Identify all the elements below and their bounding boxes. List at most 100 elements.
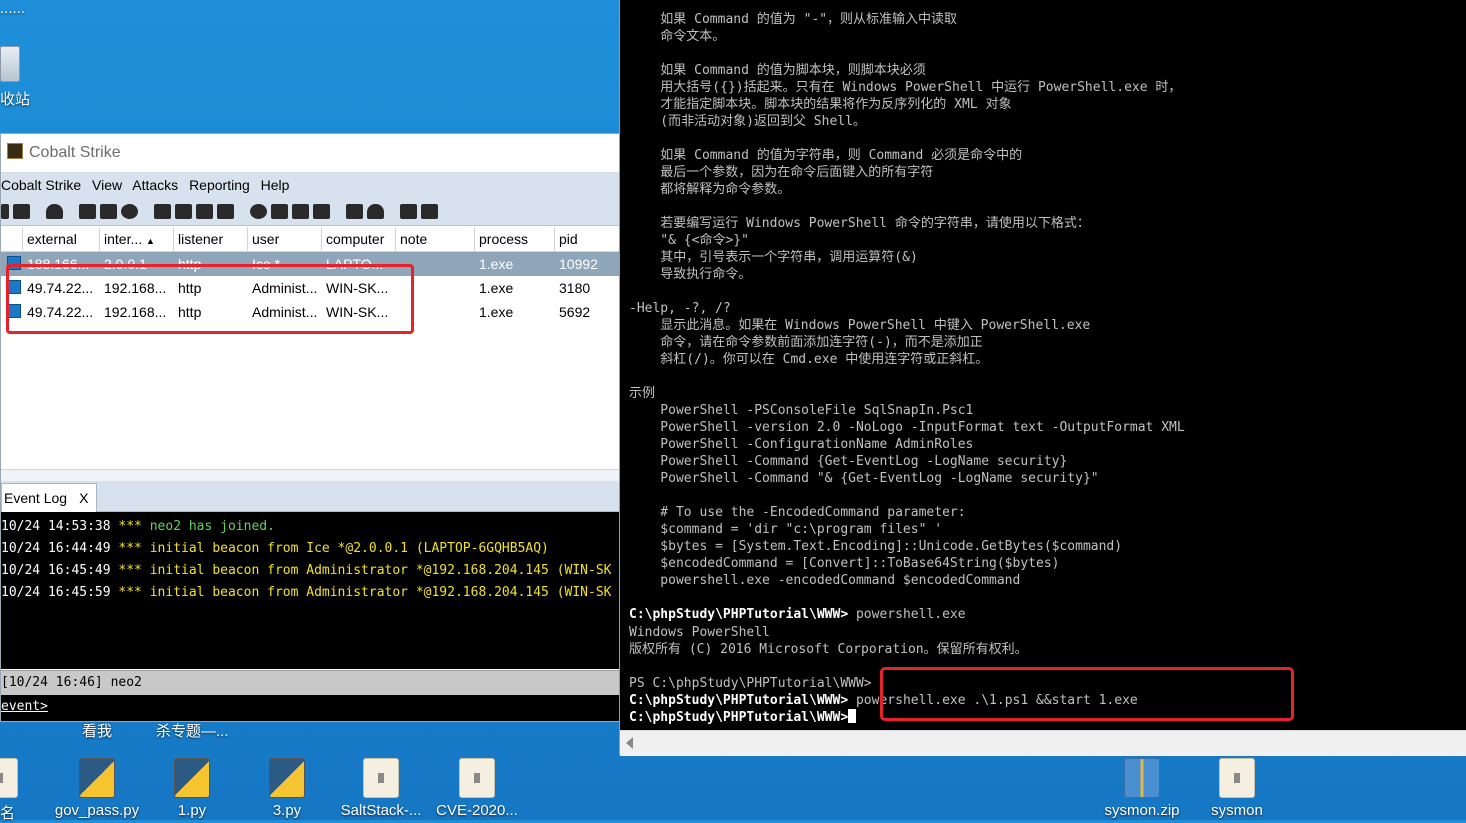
desktop-icon[interactable]: sysmon — [1192, 758, 1282, 819]
desktop-icon[interactable]: 1.py — [147, 758, 237, 819]
highlight-box-command — [880, 667, 1294, 721]
log-line: 10/24 16:45:59 *** initial beacon from A… — [1, 582, 619, 604]
toolbar — [1, 197, 619, 226]
file-file-icon — [459, 758, 495, 798]
desktop-icon-label: CVE-2020... — [436, 802, 518, 819]
session-list-icon[interactable] — [100, 203, 117, 219]
menu-attacks[interactable]: Attacks — [132, 177, 178, 193]
tab-close-icon[interactable]: X — [79, 490, 88, 506]
book-icon[interactable] — [400, 203, 417, 219]
console-prompt: C:\phpStudy\PHPTutorial\WWW> — [629, 693, 849, 708]
recycle-bin-icon[interactable] — [0, 46, 20, 82]
headphones-icon[interactable] — [46, 203, 63, 219]
event-prompt-input[interactable]: event> — [1, 695, 619, 721]
desktop-icon-label: sysmon — [1211, 802, 1263, 819]
menu-cobalt-strike[interactable]: Cobalt Strike — [1, 177, 81, 193]
console-line: 如果 Command 的值为 "-"，则从标准输入中读取 — [629, 12, 958, 27]
console-line: -Help, -?, /? — [629, 301, 731, 316]
log-stars: *** — [118, 563, 150, 578]
console-line: $encodedCommand = [Convert]::ToBase64Str… — [629, 556, 1060, 571]
desktop-icon-label: sysmon.zip — [1104, 802, 1180, 819]
col-computer[interactable]: computer — [322, 227, 396, 251]
menu-view[interactable]: View — [92, 177, 122, 193]
cell-pid: 10992 — [559, 256, 598, 272]
console-line: 才能指定脚本块。脚本块的结果将作为反序列化的 XML 对象 — [629, 97, 1012, 112]
disconnect-icon[interactable] — [13, 203, 30, 219]
log-line: 10/24 14:53:38 *** neo2 has joined. — [1, 516, 619, 538]
desktop-icon[interactable]: gov_pass.py — [52, 758, 142, 819]
col-user[interactable]: user — [248, 227, 322, 251]
tab-bar: Event Log X — [1, 481, 619, 512]
col-listener[interactable]: listener — [174, 227, 248, 251]
console-line: 导致执行命令。 — [629, 267, 752, 282]
document-icon[interactable] — [292, 203, 309, 219]
download-icon[interactable] — [175, 203, 192, 219]
log-time: 10/24 16:44:49 — [1, 541, 119, 556]
log-message: initial beacon from Administrator *@192.… — [149, 563, 612, 578]
menu-help[interactable]: Help — [261, 177, 290, 193]
window-title-bar[interactable]: Cobalt Strike — [1, 134, 619, 173]
settings-gear-icon[interactable] — [250, 203, 267, 219]
status-bar: [10/24 16:46] neo2 — [1, 670, 619, 695]
cloud-icon[interactable] — [367, 203, 384, 219]
console-line: 命令，请在命令参数前面添加连字符(-)，而不是添加正 — [629, 335, 983, 350]
cube-icon[interactable] — [421, 203, 438, 219]
cell-pid: 5692 — [559, 304, 591, 320]
console-line: 用大括号({})括起来。只有在 Windows PowerShell 中运行 P… — [629, 80, 1182, 95]
console-line: $command = 'dir "c:\program files" ' — [629, 522, 943, 537]
pivot-graph-icon[interactable] — [79, 203, 96, 219]
console-line: PS C:\phpStudy\PHPTutorial\WWW> — [629, 676, 872, 691]
col-process[interactable]: process — [475, 227, 555, 251]
python-file-icon — [269, 758, 305, 798]
horizontal-scrollbar[interactable] — [620, 730, 1466, 756]
console-line: 命令文本。 — [629, 29, 726, 44]
log-stars: *** — [118, 519, 150, 534]
console-prompt-line: C:\phpStudy\PHPTutorial\WWW> powershell.… — [629, 606, 966, 623]
console-line: 如果 Command 的值为脚本块，则脚本块必须 — [629, 63, 926, 78]
sort-ascending-icon: ▲ — [146, 236, 155, 246]
console-line: 其中，引号表示一个字符串，调用运算符(&) — [629, 250, 918, 265]
console-output[interactable]: 如果 Command 的值为 "-"，则从标准输入中读取 命令文本。 如果 Co… — [620, 0, 1466, 730]
target-crosshair-icon[interactable] — [121, 203, 138, 219]
log-line: 10/24 16:44:49 *** initial beacon from I… — [1, 538, 619, 560]
text-cursor — [848, 709, 857, 723]
desktop-icon-label: 1.py — [177, 802, 207, 819]
tab-event-log[interactable]: Event Log X — [1, 483, 98, 512]
console-line: PowerShell -version 2.0 -NoLogo -InputFo… — [629, 420, 1185, 435]
table-header: external inter... ▲ listener user comput… — [1, 227, 619, 252]
console-line: "& {<命令>}" — [629, 233, 749, 248]
menu-reporting[interactable]: Reporting — [189, 177, 250, 193]
console-prompt: C:\phpStudy\PHPTutorial\WWW> — [629, 607, 849, 622]
recycle-bin-label: 收站 — [0, 91, 31, 108]
desktop-icon-label: 3.py — [272, 802, 302, 819]
desktop-icon[interactable]: sysmon.zip — [1097, 758, 1187, 819]
key-icon[interactable] — [196, 203, 213, 219]
log-time: 10/24 14:53:38 — [1, 519, 119, 534]
log-line: 10/24 16:45:49 *** initial beacon from A… — [1, 560, 619, 582]
desktop-icon[interactable]: CVE-2020... — [432, 758, 522, 819]
col-note[interactable]: note — [396, 227, 475, 251]
terminal-icon[interactable] — [313, 203, 330, 219]
cobalt-strike-logo-icon — [7, 143, 23, 159]
desktop-icon[interactable]: SaltStack-... — [336, 758, 426, 819]
desktop-icon-label: SaltStack-... — [340, 802, 422, 819]
col-pid[interactable]: pid — [555, 227, 619, 251]
console-line: PowerShell -ConfigurationName AdminRoles — [629, 437, 974, 452]
col-external[interactable]: external — [23, 227, 100, 251]
console-prompt-line: C:\phpStudy\PHPTutorial\WWW> — [629, 709, 857, 726]
col-internal[interactable]: inter... ▲ — [100, 227, 174, 251]
new-connection-icon[interactable] — [1, 203, 9, 219]
desktop-icon-label: gov_pass.py — [54, 802, 140, 819]
log-message: initial beacon from Administrator *@192.… — [149, 585, 612, 600]
menu-bar: Cobalt Strike View Attacks Reporting Hel… — [1, 173, 619, 197]
desktop-icon[interactable]: 域名 — [0, 758, 45, 823]
coffee-icon[interactable] — [271, 203, 288, 219]
desktop-icon[interactable]: 3.py — [242, 758, 332, 819]
screenshot-image-icon[interactable] — [217, 203, 234, 219]
link-icon[interactable] — [346, 203, 363, 219]
scroll-left-icon[interactable] — [626, 737, 633, 749]
credentials-icon[interactable] — [154, 203, 171, 219]
console-line: Windows PowerShell — [629, 625, 770, 640]
console-line: PowerShell -Command "& {Get-EventLog -Lo… — [629, 471, 1099, 486]
tab-event-log-label: Event Log — [4, 490, 68, 506]
